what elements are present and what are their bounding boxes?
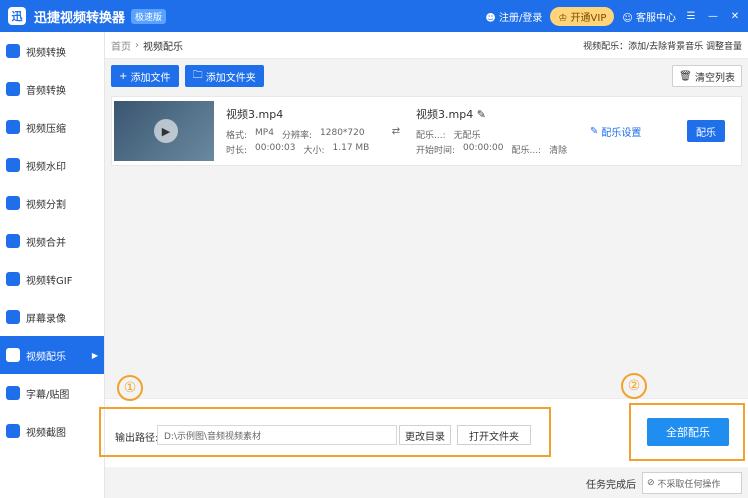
output-path-field[interactable]: D:\示例图\音频视频素材 bbox=[157, 425, 397, 445]
sidebar-item-video-convert[interactable]: 视频转换 bbox=[0, 32, 104, 70]
output-panel: ① ② 输出路径: D:\示例图\音频视频素材 更改目录 打开文件夹 全部配乐 bbox=[99, 373, 748, 467]
main-panel: 首页 › 视频配乐 视频配乐：添加/去除背景音乐 调整音量 + 添加文件 🗀 添… bbox=[99, 32, 748, 498]
breadcrumb: 首页 › 视频配乐 视频配乐：添加/去除背景音乐 调整音量 bbox=[105, 32, 748, 59]
sidebar-item-video-compress[interactable]: 视频压缩 bbox=[0, 108, 104, 146]
plus-icon: + bbox=[119, 70, 131, 82]
edit-icon[interactable]: ✎ bbox=[477, 108, 486, 121]
clear-list-button[interactable]: 🗑 清空列表 bbox=[672, 65, 742, 87]
play-icon[interactable]: ▶ bbox=[154, 119, 178, 143]
music-settings-link[interactable]: ✎ 配乐设置 bbox=[590, 124, 641, 139]
open-folder-button[interactable]: 打开文件夹 bbox=[457, 425, 531, 445]
step-marker-2: ② bbox=[621, 373, 647, 399]
app-title: 迅捷视频转换器 bbox=[34, 10, 126, 26]
file-row: ▶ 视频3.mp4 格式: MP4 分辨率: 1280*720 时长: 00:0… bbox=[111, 96, 742, 166]
shuffle-icon: ⇄ bbox=[391, 125, 401, 137]
output-file-name: 视频3.mp4 bbox=[416, 108, 474, 121]
trash-icon: 🗑 bbox=[679, 70, 695, 82]
dropdown-icon: ⊘ bbox=[647, 478, 658, 488]
source-info: 视频3.mp4 格式: MP4 分辨率: 1280*720 时长: 00:00:… bbox=[226, 106, 386, 156]
crumb-separator: › bbox=[135, 39, 139, 51]
edition-badge: 极速版 bbox=[131, 8, 167, 24]
all-music-button[interactable]: 全部配乐 bbox=[647, 418, 729, 446]
output-info: 视频3.mp4 ✎ 配乐...: 无配乐 开始时间: 00:00:00 配乐..… bbox=[416, 108, 568, 156]
split-icon bbox=[6, 196, 20, 210]
folder-icon: 🗀 bbox=[192, 69, 206, 81]
footer: 任务完成后 ⊘ 不采取任何操作 bbox=[105, 468, 748, 498]
sidebar-item-merge[interactable]: 视频合并 bbox=[0, 222, 104, 260]
step-marker-1: ① bbox=[117, 375, 143, 401]
sidebar-item-audio-convert[interactable]: 音频转换 bbox=[0, 70, 104, 108]
crumb-home[interactable]: 首页 bbox=[111, 38, 131, 53]
gif-icon bbox=[6, 272, 20, 286]
page-description: 视频配乐：添加/去除背景音乐 调整音量 bbox=[583, 41, 742, 52]
screenshot-icon bbox=[6, 424, 20, 438]
close-icon[interactable]: ✕ bbox=[728, 11, 742, 22]
user-icon: ☻ bbox=[485, 12, 496, 24]
sidebar-item-gif[interactable]: 视频转GIF bbox=[0, 260, 104, 298]
sidebar-item-music[interactable]: 视频配乐 ▶ bbox=[0, 336, 104, 374]
after-task-label: 任务完成后 bbox=[586, 479, 636, 491]
headset-icon: ☺ bbox=[622, 12, 633, 24]
chevron-right-icon: ▶ bbox=[91, 350, 98, 360]
service-button[interactable]: ☺ 客服中心 bbox=[622, 9, 676, 24]
sidebar-item-screen-record[interactable]: 屏幕录像 bbox=[0, 298, 104, 336]
app-logo: 迅 bbox=[8, 7, 26, 25]
minimize-icon[interactable]: — bbox=[706, 11, 720, 22]
change-dir-button[interactable]: 更改目录 bbox=[399, 425, 451, 445]
watermark-icon bbox=[6, 158, 20, 172]
edit-settings-icon: ✎ bbox=[590, 125, 599, 137]
audio-convert-icon bbox=[6, 82, 20, 96]
login-button[interactable]: ☻ 注册/登录 bbox=[485, 9, 542, 24]
add-folder-button[interactable]: 🗀 添加文件夹 bbox=[184, 65, 264, 87]
video-convert-icon bbox=[6, 44, 20, 58]
crumb-current: 视频配乐 bbox=[143, 41, 183, 53]
merge-icon bbox=[6, 234, 20, 248]
sidebar: 视频转换 音频转换 视频压缩 视频水印 视频分割 视频合并 视频转GIF 屏幕录… bbox=[0, 32, 105, 498]
crown-icon: ♔ bbox=[558, 12, 568, 24]
add-file-button[interactable]: + 添加文件 bbox=[111, 65, 179, 87]
source-file-name: 视频3.mp4 bbox=[226, 108, 284, 121]
output-path-label: 输出路径: bbox=[115, 433, 159, 444]
vip-button[interactable]: ♔ 开通VIP bbox=[550, 6, 615, 26]
subtitle-icon bbox=[6, 386, 20, 400]
add-music-button[interactable]: 配乐 bbox=[687, 120, 725, 142]
video-compress-icon bbox=[6, 120, 20, 134]
sidebar-item-watermark[interactable]: 视频水印 bbox=[0, 146, 104, 184]
sidebar-item-subtitle[interactable]: 字幕/贴图 bbox=[0, 374, 104, 412]
after-task-select[interactable]: ⊘ 不采取任何操作 bbox=[642, 472, 742, 494]
menu-icon[interactable]: ☰ bbox=[684, 11, 698, 22]
clear-music-link[interactable]: 清除 bbox=[549, 143, 567, 156]
title-bar: 迅 迅捷视频转换器 极速版 ☻ 注册/登录 ♔ 开通VIP ☺ 客服中心 ☰ —… bbox=[0, 0, 748, 32]
screen-record-icon bbox=[6, 310, 20, 324]
toolbar: + 添加文件 🗀 添加文件夹 🗑 清空列表 bbox=[111, 64, 742, 88]
music-icon bbox=[6, 348, 20, 362]
video-thumbnail[interactable]: ▶ bbox=[114, 101, 214, 161]
sidebar-item-split[interactable]: 视频分割 bbox=[0, 184, 104, 222]
sidebar-item-screenshot[interactable]: 视频截图 bbox=[0, 412, 104, 450]
